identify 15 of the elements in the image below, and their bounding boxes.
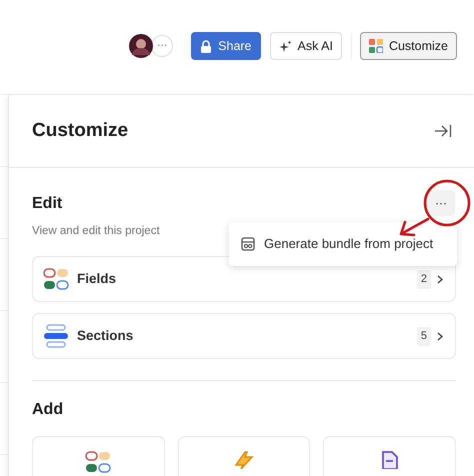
menu-item[interactable]: Generate bundle from project: [229, 229, 457, 259]
share-button[interactable]: Share: [191, 32, 261, 60]
section-title: Add: [32, 400, 64, 420]
section-subtitle: View and edit this project: [32, 224, 160, 239]
count-badge: 5: [416, 327, 431, 346]
customize-button[interactable]: Customize: [360, 32, 457, 60]
panel-title: Customize: [32, 118, 128, 143]
section-title: Edit: [32, 194, 64, 214]
ask-ai-button[interactable]: Ask AI: [270, 32, 342, 60]
row-label: Fields: [77, 270, 118, 288]
row-label: Sections: [77, 327, 134, 346]
more-button[interactable]: ···: [151, 35, 174, 57]
settings-row[interactable]: Sections 5: [32, 313, 456, 360]
more-options-button[interactable]: ···: [427, 190, 455, 216]
count-badge: 2: [416, 270, 431, 288]
